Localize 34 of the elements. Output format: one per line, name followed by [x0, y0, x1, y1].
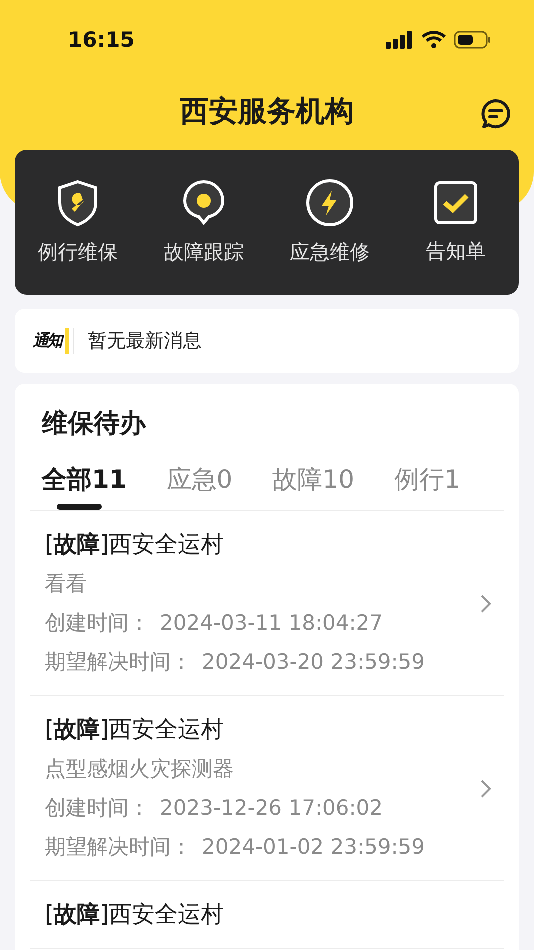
message-button[interactable] — [480, 98, 512, 130]
notice-text: 暂无最新消息 — [88, 329, 202, 354]
task-title[interactable]: [故障]西安全运村 — [45, 529, 480, 562]
task-description: 点型感烟火灾探测器 — [45, 756, 234, 783]
filter-tab[interactable]: 全部11 — [42, 463, 127, 510]
task-title[interactable]: [故障]西安全运村 — [45, 899, 492, 932]
tab-indicator — [57, 504, 102, 510]
field-label: 创建时间： — [45, 610, 150, 637]
created-time: 2023-12-26 17:06:02 — [160, 795, 384, 822]
field-label: 期望解决时间： — [45, 649, 192, 676]
task-description: 看看 — [45, 571, 87, 598]
shield-wrench-icon — [56, 179, 100, 227]
field-label: 创建时间： — [45, 795, 150, 822]
quick-action-button[interactable]: 故障跟踪 — [141, 179, 267, 266]
location-pin-icon — [182, 179, 226, 227]
lightning-icon — [306, 179, 354, 227]
wifi-icon — [422, 31, 446, 49]
field-label: 期望解决时间： — [45, 834, 192, 861]
created-time: 2024-03-11 18:04:27 — [160, 610, 384, 637]
checkbox-icon — [433, 180, 479, 226]
task-title[interactable]: [故障]西安全运村 — [45, 714, 480, 747]
chevron-right-icon[interactable] — [480, 779, 492, 799]
section-title: 维保待办 — [40, 408, 148, 441]
chevron-right-icon[interactable] — [480, 594, 492, 614]
signal-icon — [386, 31, 414, 49]
quick-action-button[interactable]: 应急维修 — [267, 179, 393, 266]
battery-icon — [454, 31, 492, 49]
page-title: 西安服务机构 — [180, 93, 354, 130]
status-time: 16:15 — [68, 28, 135, 52]
quick-action-button[interactable]: 告知单 — [393, 180, 519, 265]
due-time: 2024-03-20 23:59:59 — [202, 649, 426, 676]
quick-action-button[interactable]: 例行维保 — [15, 179, 141, 266]
notice-logo: 通知 — [33, 328, 74, 354]
due-time: 2024-01-02 23:59:59 — [202, 834, 426, 861]
